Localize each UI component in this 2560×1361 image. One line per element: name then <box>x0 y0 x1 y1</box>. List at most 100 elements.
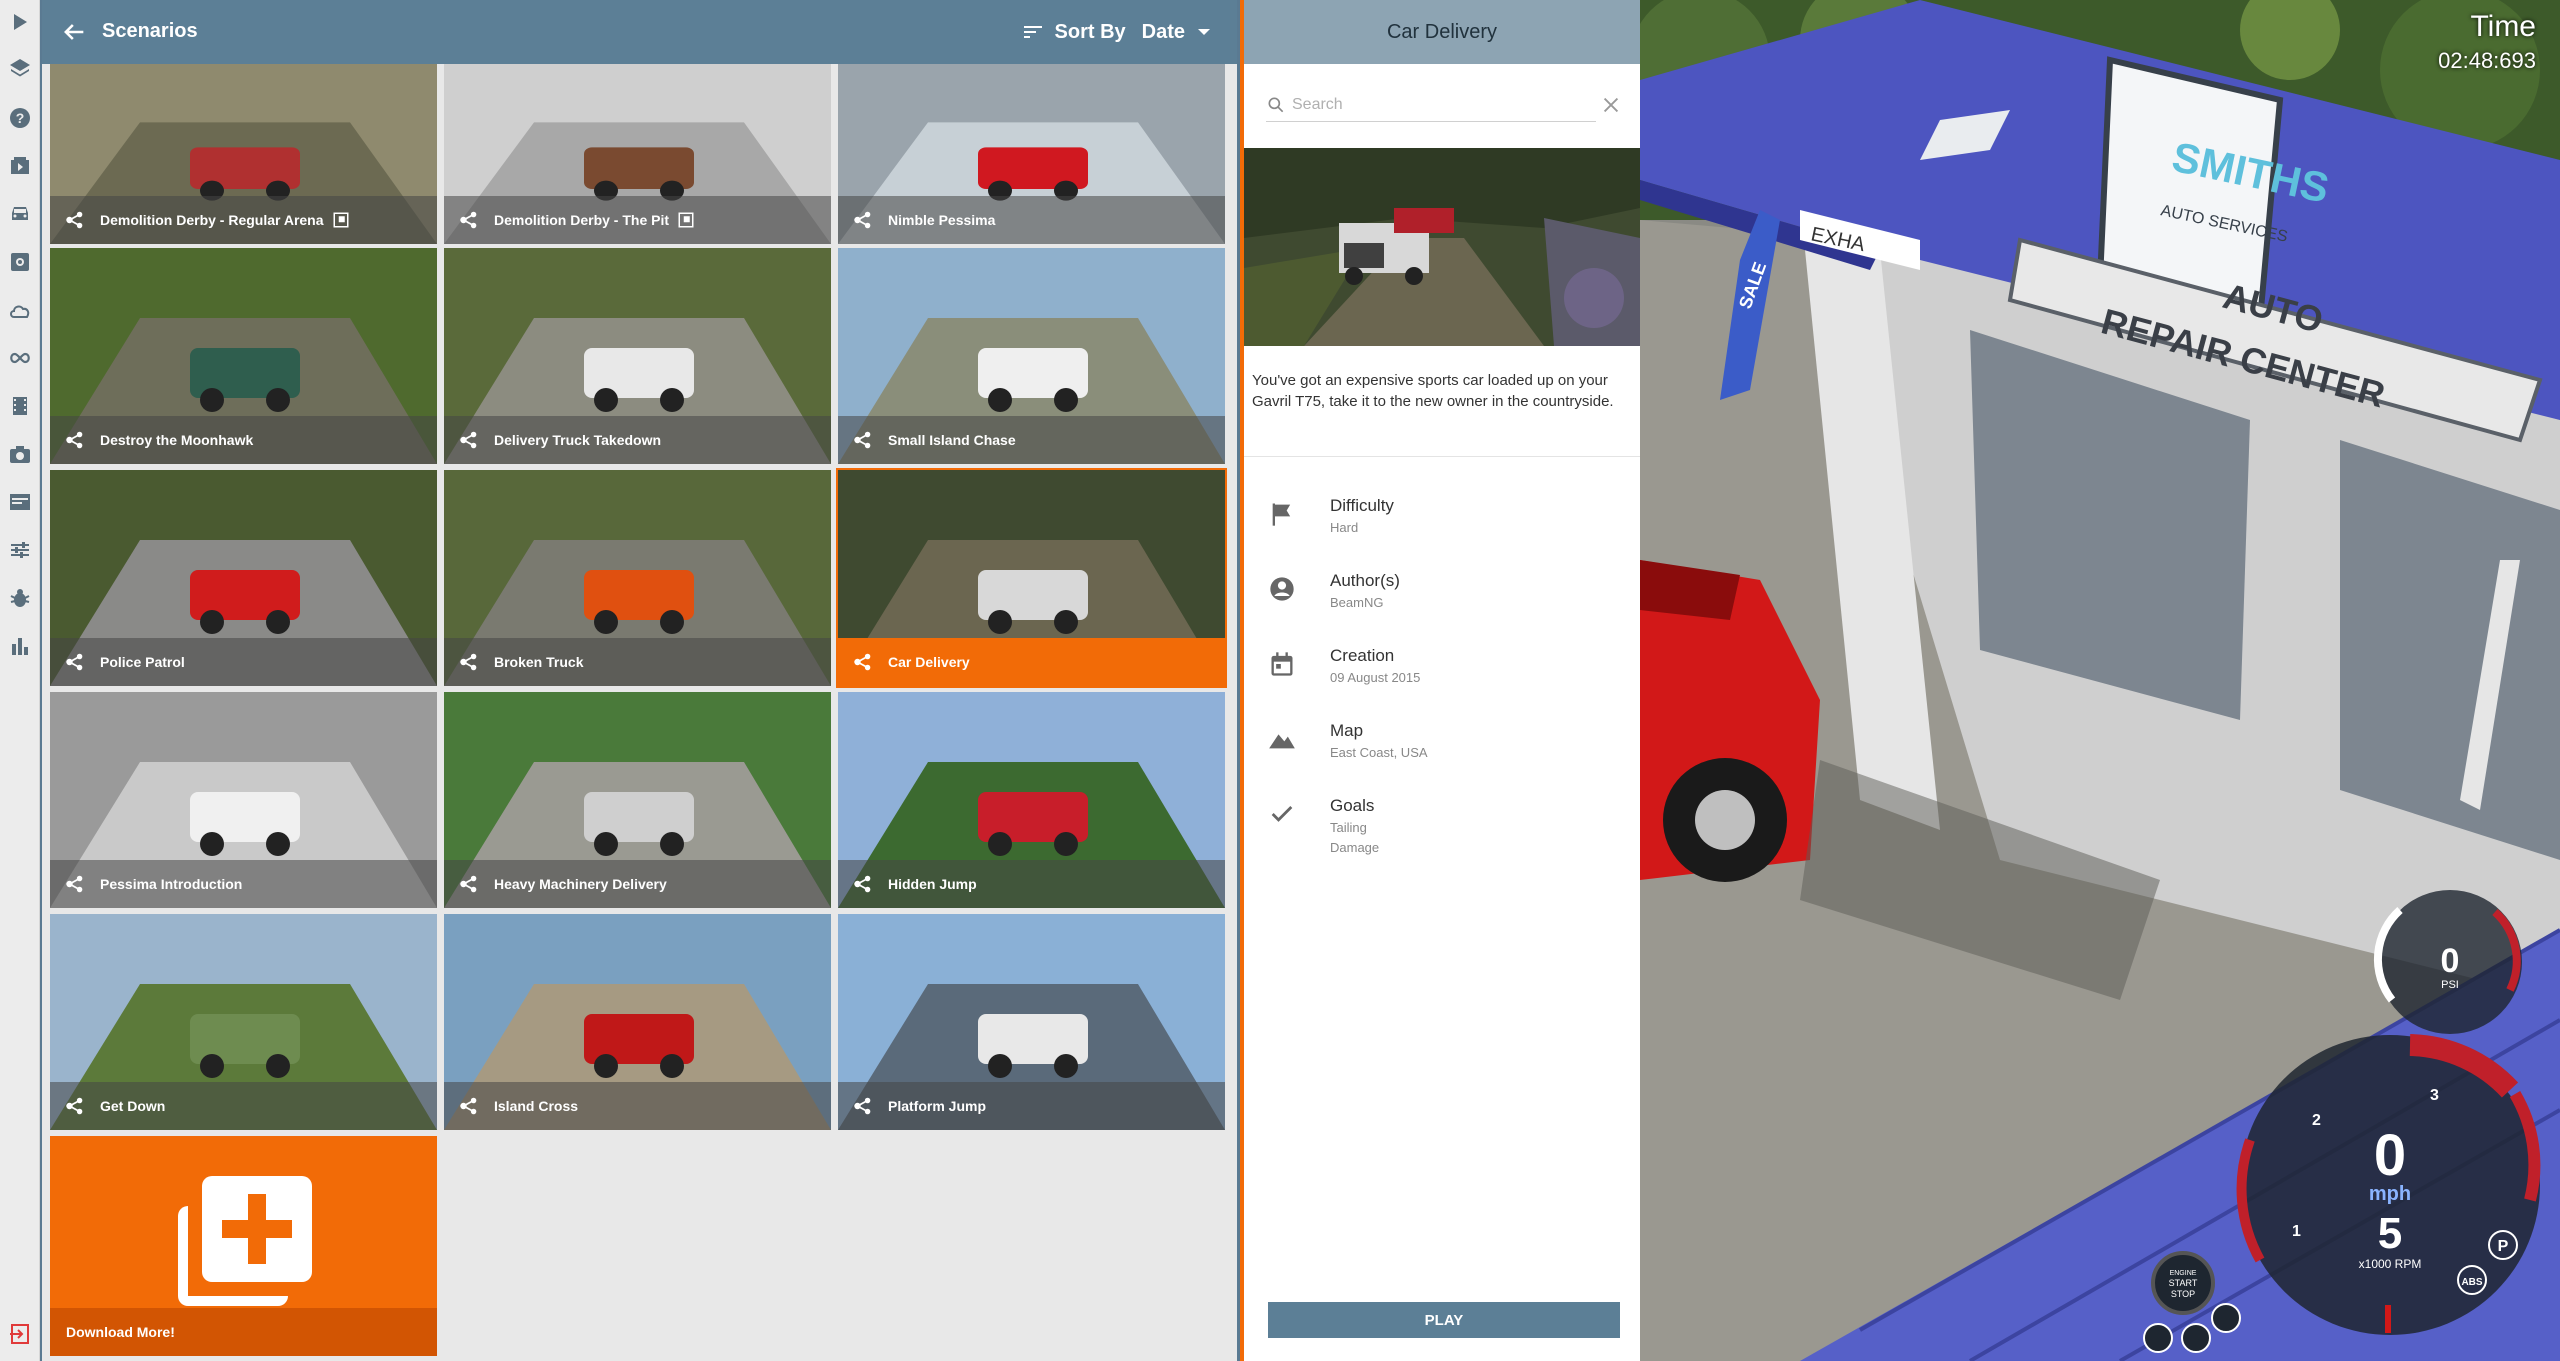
search-icon <box>1268 97 1284 112</box>
game-viewport[interactable]: SMITHS AUTO SERVICES AUTO REPAIR CENTER … <box>1640 0 2560 1361</box>
sort-control[interactable]: Sort By Date <box>1021 18 1213 46</box>
scenario-tile[interactable]: Island Cross <box>444 914 831 1130</box>
scenario-name: Delivery Truck Takedown <box>494 432 662 448</box>
sort-icon <box>1023 26 1042 38</box>
goals-label: Goals <box>1330 796 1375 815</box>
scenario-name: Island Cross <box>494 1098 579 1114</box>
film-icon[interactable] <box>4 390 36 422</box>
sort-by-label: Sort By <box>1054 20 1126 43</box>
scenario-name: Demolition Derby - The Pit <box>494 212 670 228</box>
svg-text:ENGINE: ENGINE <box>2170 1270 2197 1277</box>
scenario-tile[interactable]: Heavy Machinery Delivery <box>444 692 831 908</box>
scenario-type-icon <box>66 875 83 893</box>
scenario-tile[interactable]: Demolition Derby - Regular Arena <box>50 64 437 244</box>
difficulty-value: Hard <box>1330 520 1359 535</box>
bug-icon[interactable] <box>4 582 36 614</box>
boost-unit: PSI <box>2441 979 2459 991</box>
scenario-caption: Small Island Chase <box>838 416 1225 464</box>
play-button[interactable]: PLAY <box>1268 1302 1620 1338</box>
scenario-tile[interactable]: Nimble Pessima <box>838 64 1225 244</box>
scenario-caption: Get Down <box>50 1082 437 1130</box>
scenario-tile[interactable]: Broken Truck <box>444 470 831 686</box>
exit-icon[interactable] <box>4 1318 36 1350</box>
scenario-name: Destroy the Moonhawk <box>100 432 254 448</box>
timer-label: Time <box>2470 10 2536 43</box>
map-value: East Coast, USA <box>1330 745 1428 760</box>
scenario-caption: Hidden Jump <box>838 860 1225 908</box>
svg-text:?: ? <box>16 110 25 126</box>
vehicle-icon[interactable] <box>4 198 36 230</box>
difficulty-label: Difficulty <box>1330 496 1394 515</box>
creation-value: 09 August 2015 <box>1330 670 1421 685</box>
scenario-caption: Demolition Derby - Regular Arena <box>50 196 437 244</box>
camera-icon[interactable] <box>4 438 36 470</box>
account-icon <box>1270 577 1294 601</box>
display-icon[interactable] <box>4 486 36 518</box>
multi-mode-icon <box>333 212 349 228</box>
creation-label: Creation <box>1330 646 1395 665</box>
page-title: Scenarios <box>102 20 198 42</box>
scenario-type-icon <box>854 875 871 893</box>
scenario-preview-image <box>1244 148 1640 346</box>
speed-unit: mph <box>2369 1183 2411 1205</box>
stats-icon[interactable] <box>4 630 36 662</box>
scenario-caption: Nimble Pessima <box>838 196 1225 244</box>
scenario-caption: Police Patrol <box>50 638 437 686</box>
goal-tailing: Tailing <box>1330 820 1367 835</box>
back-arrow-icon[interactable] <box>60 18 88 46</box>
scenario-name: Hidden Jump <box>888 876 977 892</box>
tune-icon[interactable] <box>4 534 36 566</box>
boost-gauge: 0 PSI <box>2373 890 2522 1034</box>
scenario-tile[interactable]: Platform Jump <box>838 914 1225 1130</box>
scenario-type-icon <box>854 1097 871 1115</box>
scenario-tile[interactable]: Destroy the Moonhawk <box>50 248 437 464</box>
map-label: Map <box>1330 721 1364 740</box>
scenario-type-icon <box>460 875 477 893</box>
scenario-caption: Platform Jump <box>838 1082 1225 1130</box>
speed-value: 0 <box>2374 1123 2406 1188</box>
infinity-icon[interactable] <box>4 342 36 374</box>
scenario-type-icon <box>66 1097 83 1115</box>
creation-row: Creation 09 August 2015 <box>1268 646 1628 702</box>
play-icon[interactable] <box>4 6 36 38</box>
scenario-caption: Pessima Introduction <box>50 860 437 908</box>
scenario-caption: Heavy Machinery Delivery <box>444 860 831 908</box>
svg-text:3: 3 <box>2430 1087 2439 1104</box>
download-more-tile[interactable]: Download More! <box>50 1136 437 1356</box>
sort-value[interactable]: Date <box>1142 21 1185 44</box>
scenario-type-icon <box>460 211 477 229</box>
scenario-tile[interactable]: Demolition Derby - The Pit <box>444 64 831 244</box>
timer-value: 02:48:693 <box>2438 48 2536 73</box>
scenario-name: Platform Jump <box>888 1098 987 1114</box>
scenario-caption: Delivery Truck Takedown <box>444 416 831 464</box>
goal-damage: Damage <box>1330 840 1380 855</box>
search-input[interactable] <box>1292 95 1582 114</box>
scenario-tile[interactable]: Car Delivery <box>836 468 1227 688</box>
difficulty-row: Difficulty Hard <box>1268 496 1628 552</box>
scenario-caption: Broken Truck <box>444 638 831 686</box>
scenario-name: Small Island Chase <box>888 432 1016 448</box>
close-icon[interactable] <box>1600 94 1622 116</box>
scenario-caption: Demolition Derby - The Pit <box>444 196 831 244</box>
side-rail: ? <box>0 0 40 1361</box>
scenario-tile[interactable]: Hidden Jump <box>838 692 1225 908</box>
chevron-down-icon[interactable] <box>1195 23 1213 41</box>
goals-row: Goals Tailing Damage <box>1268 796 1628 866</box>
scenario-tile[interactable]: Delivery Truck Takedown <box>444 248 831 464</box>
gear-icon[interactable] <box>4 246 36 278</box>
scenario-name: Demolition Derby - Regular Arena <box>100 212 324 228</box>
scenario-tile[interactable]: Get Down <box>50 914 437 1130</box>
scenario-tile[interactable]: Small Island Chase <box>838 248 1225 464</box>
download-more-label: Download More! <box>50 1308 437 1356</box>
game-scene: SMITHS AUTO SERVICES AUTO REPAIR CENTER … <box>1640 0 2560 1361</box>
help-icon[interactable]: ? <box>4 102 36 134</box>
scenario-icon[interactable] <box>4 150 36 182</box>
layers-icon[interactable] <box>4 52 36 84</box>
scenario-type-icon <box>66 653 83 671</box>
timer: Time 02:48:693 <box>2438 10 2536 74</box>
multi-mode-icon <box>678 212 694 228</box>
scenario-tile[interactable]: Police Patrol <box>50 470 437 686</box>
scenario-tile[interactable]: Pessima Introduction <box>50 692 437 908</box>
cloud-icon[interactable] <box>4 294 36 326</box>
authors-label: Author(s) <box>1330 571 1400 590</box>
